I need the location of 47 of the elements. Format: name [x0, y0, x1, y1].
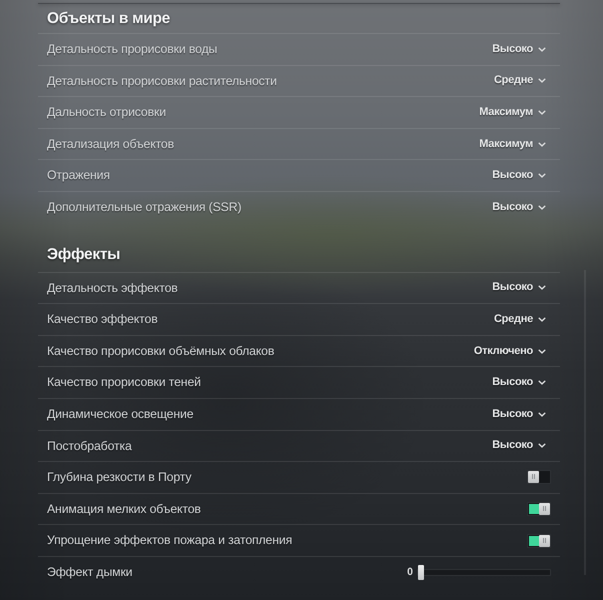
chevron-down-icon [538, 78, 546, 84]
chevron-down-icon [538, 204, 546, 210]
chevron-down-icon [538, 348, 546, 354]
chevron-down-icon [538, 316, 546, 322]
quality-dropdown[interactable]: Средне [494, 75, 546, 86]
setting-label: Постобработка [47, 438, 132, 455]
setting-label: Качество прорисовки объёмных облаков [47, 342, 274, 360]
quality-dropdown[interactable]: Высоко [492, 202, 546, 213]
chevron-down-icon [538, 110, 546, 115]
section-title: Объекты в мире [47, 8, 170, 29]
setting-label: Качество прорисовки теней [47, 374, 201, 392]
setting-label: Качество эффектов [47, 311, 158, 328]
section-title: Эффекты [47, 245, 120, 266]
chevron-down-icon [538, 443, 546, 448]
quality-dropdown[interactable]: Высоко [492, 440, 546, 452]
quality-dropdown[interactable]: Максимум [479, 138, 546, 150]
setting-label: Дополнительные отражения (SSR) [47, 199, 242, 216]
chevron-down-icon [538, 412, 546, 417]
quality-dropdown[interactable]: Отключено [474, 346, 546, 357]
setting-label: Детальность прорисовки воды [47, 41, 218, 58]
setting-label: Детальность эффектов [47, 280, 178, 297]
chevron-down-icon [538, 142, 546, 147]
chevron-down-icon [538, 173, 546, 178]
setting-label: Детальность прорисовки растительности [47, 72, 277, 90]
setting-label: Упрощение эффектов пожара и затопления [47, 532, 292, 550]
setting-label: Детализация объектов [47, 136, 174, 153]
quality-dropdown[interactable]: Высоко [492, 408, 546, 420]
setting-label: Глубина резкости в Порту [47, 469, 192, 486]
slider-thumb[interactable] [418, 564, 424, 580]
quality-dropdown[interactable]: Высоко [492, 377, 546, 388]
toggle-switch[interactable] [527, 502, 551, 516]
quality-dropdown[interactable]: Средне [494, 314, 546, 325]
setting-label: Отражения [47, 167, 110, 184]
slider-value: 0 [407, 566, 413, 578]
quality-dropdown[interactable]: Высоко [492, 282, 546, 294]
quality-dropdown[interactable]: Высоко [492, 44, 546, 55]
chevron-down-icon [538, 285, 546, 290]
quality-dropdown[interactable]: Высоко [492, 170, 546, 182]
quality-dropdown[interactable]: Максимум [479, 106, 546, 118]
setting-label: Дальность отрисовки [47, 104, 166, 122]
chevron-down-icon [538, 380, 546, 386]
toggle-switch[interactable] [527, 470, 551, 484]
toggle-switch[interactable] [527, 534, 551, 548]
setting-label: Эффект дымки [47, 564, 132, 581]
setting-label: Анимация мелких объектов [47, 500, 201, 518]
setting-label: Динамическое освещение [47, 406, 194, 424]
chevron-down-icon [538, 46, 546, 52]
